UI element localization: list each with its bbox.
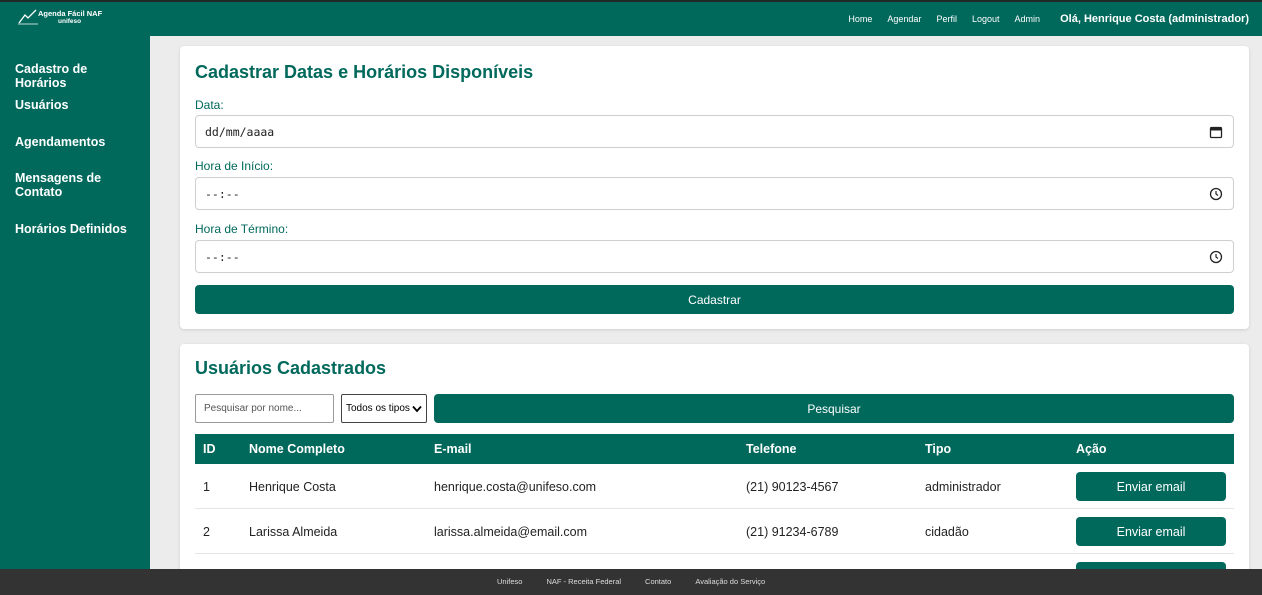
end-time-label: Hora de Término: bbox=[195, 222, 289, 236]
table-row: 1 Henrique Costa henrique.costa@unifeso.… bbox=[195, 464, 1234, 509]
end-time-input[interactable]: --:-- bbox=[195, 240, 1234, 273]
schedule-form-title: Cadastrar Datas e Horários Disponíveis bbox=[195, 62, 534, 82]
nav-perfil-link[interactable]: Perfil bbox=[936, 14, 957, 24]
send-email-button[interactable]: Enviar email bbox=[1076, 472, 1226, 501]
top-navbar: Agenda Fácil NAF unifeso Home Agendar Pe… bbox=[0, 0, 1262, 36]
cadastrar-button[interactable]: Cadastrar bbox=[195, 285, 1234, 314]
search-input[interactable]: Pesquisar por nome... bbox=[195, 394, 334, 423]
col-tipo: Tipo bbox=[925, 442, 952, 456]
sidebar-item-agendamentos[interactable]: Agendamentos bbox=[15, 135, 140, 149]
pesquisar-button[interactable]: Pesquisar bbox=[434, 394, 1234, 423]
admin-sidebar: Cadastro de Horários Usuários Agendament… bbox=[0, 36, 150, 569]
start-time-input[interactable]: --:-- bbox=[195, 177, 1234, 210]
date-input[interactable]: dd/mm/aaaa bbox=[195, 115, 1234, 148]
footer-link-contato[interactable]: Contato bbox=[645, 577, 671, 586]
cell-type: cidadão bbox=[925, 525, 969, 539]
page-footer: Unifeso NAF - Receita Federal Contato Av… bbox=[0, 569, 1262, 595]
cell-email: henrique.costa@unifeso.com bbox=[434, 480, 597, 494]
user-greeting: Olá, Henrique Costa (administrador) bbox=[1060, 13, 1249, 25]
users-title: Usuários Cadastrados bbox=[195, 358, 387, 378]
cell-type: administrador bbox=[925, 480, 1001, 494]
clock-icon[interactable] bbox=[1209, 250, 1223, 264]
calendar-icon[interactable] bbox=[1209, 125, 1223, 139]
start-time-label: Hora de Início: bbox=[195, 159, 274, 173]
type-filter-value: Todos os tipos bbox=[346, 403, 410, 414]
type-filter-select[interactable]: Todos os tipos bbox=[341, 394, 427, 423]
start-time-value: --:-- bbox=[205, 187, 240, 201]
footer-links: Unifeso NAF - Receita Federal Contato Av… bbox=[497, 577, 765, 586]
date-label: Data: bbox=[195, 98, 224, 112]
footer-link-naf[interactable]: NAF - Receita Federal bbox=[546, 577, 621, 586]
footer-link-unifeso[interactable]: Unifeso bbox=[497, 577, 522, 586]
footer-link-avaliacao[interactable]: Avaliação do Serviço bbox=[695, 577, 765, 586]
cell-phone: (21) 91234-6789 bbox=[746, 525, 839, 539]
logo-subtitle: unifeso bbox=[58, 18, 82, 25]
users-table-header: ID Nome Completo E-mail Telefone Tipo Aç… bbox=[195, 434, 1234, 464]
cell-name: Larissa Almeida bbox=[249, 525, 338, 539]
users-card: Usuários Cadastrados Pesquisar por nome.… bbox=[180, 344, 1249, 591]
cell-name: Henrique Costa bbox=[249, 480, 336, 494]
cell-phone: (21) 90123-4567 bbox=[746, 480, 839, 494]
col-telefone: Telefone bbox=[746, 442, 797, 456]
col-email: E-mail bbox=[434, 442, 472, 456]
cell-id: 1 bbox=[203, 480, 210, 494]
nav-logout-link[interactable]: Logout bbox=[972, 14, 1000, 24]
chevron-down-icon bbox=[412, 405, 422, 413]
col-nome: Nome Completo bbox=[249, 442, 345, 456]
end-time-value: --:-- bbox=[205, 250, 240, 264]
col-id: ID bbox=[203, 442, 216, 456]
sidebar-item-horarios-definidos[interactable]: Horários Definidos bbox=[15, 222, 140, 236]
sidebar-item-usuarios[interactable]: Usuários bbox=[15, 98, 140, 112]
clock-icon[interactable] bbox=[1209, 187, 1223, 201]
cell-id: 2 bbox=[203, 525, 210, 539]
nav-home-link[interactable]: Home bbox=[848, 14, 872, 24]
table-row: 2 Larissa Almeida larissa.almeida@email.… bbox=[195, 509, 1234, 554]
logo-title: Agenda Fácil NAF bbox=[38, 9, 103, 18]
date-input-value: dd/mm/aaaa bbox=[205, 125, 275, 139]
nav-admin-link[interactable]: Admin bbox=[1014, 14, 1040, 24]
cell-email: larissa.almeida@email.com bbox=[434, 525, 588, 539]
top-nav-links: Home Agendar Perfil Logout Admin bbox=[848, 14, 1040, 24]
nav-agendar-link[interactable]: Agendar bbox=[887, 14, 921, 24]
send-email-button[interactable]: Enviar email bbox=[1076, 517, 1226, 546]
schedule-form-card: Cadastrar Datas e Horários Disponíveis D… bbox=[180, 46, 1249, 329]
col-acao: Ação bbox=[1076, 442, 1107, 456]
search-placeholder: Pesquisar por nome... bbox=[204, 403, 302, 414]
sidebar-item-mensagens-contato[interactable]: Mensagens de Contato bbox=[15, 171, 115, 199]
sidebar-item-cadastro-horarios[interactable]: Cadastro de Horários bbox=[15, 62, 140, 90]
app-logo[interactable]: Agenda Fácil NAF unifeso bbox=[18, 7, 108, 29]
logo-mark-icon bbox=[18, 9, 38, 25]
